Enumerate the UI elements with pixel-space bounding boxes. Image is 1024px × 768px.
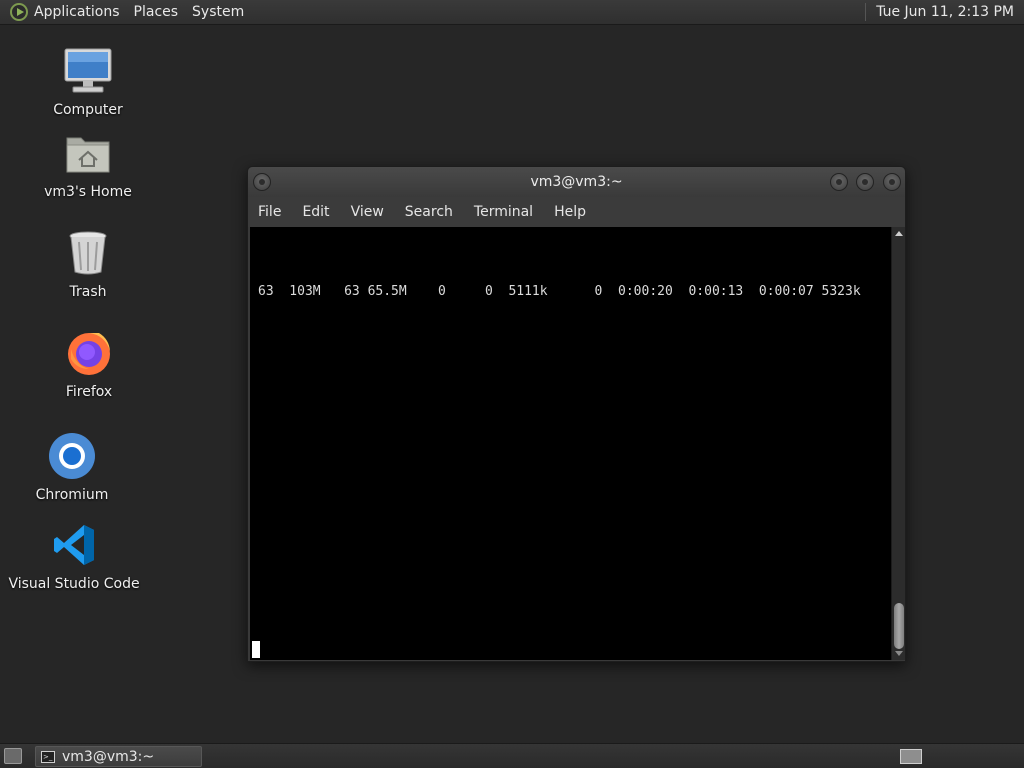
desktop-icon-home[interactable]: vm3's Home: [28, 128, 148, 200]
scroll-up-arrow-icon[interactable]: [895, 231, 903, 236]
terminal-cursor: [252, 641, 260, 658]
applications-menu-icon[interactable]: [10, 3, 28, 21]
menu-search[interactable]: Search: [405, 204, 453, 220]
computer-icon: [63, 46, 113, 96]
desktop-icon-trash[interactable]: Trash: [28, 228, 148, 300]
bottom-panel: >_ vm3@vm3:~: [0, 743, 1024, 768]
desktop-icon-label: Trash: [69, 284, 107, 300]
menu-edit[interactable]: Edit: [302, 204, 329, 220]
menu-help[interactable]: Help: [554, 204, 586, 220]
desktop-icon-label: Firefox: [65, 384, 113, 400]
firefox-icon: [64, 328, 114, 378]
home-folder-icon: [63, 128, 113, 178]
desktop-icon-chromium[interactable]: Chromium: [12, 431, 132, 503]
desktop-icon-label: vm3's Home: [44, 184, 132, 200]
taskbar-item-label: vm3@vm3:~: [62, 748, 155, 765]
menu-view[interactable]: View: [351, 204, 384, 220]
window-titlebar[interactable]: vm3@vm3:~: [248, 167, 905, 197]
panel-separator: [865, 3, 867, 21]
terminal-menubar: File Edit View Search Terminal Help: [248, 197, 905, 227]
maximize-button[interactable]: [856, 173, 874, 191]
terminal-line: 63 103M 63 65.5M 0 0 5111k 0 0:00:20 0:0…: [258, 284, 861, 299]
terminal-scrollbar[interactable]: [891, 227, 905, 660]
workspace-switcher[interactable]: [900, 749, 922, 764]
menu-file[interactable]: File: [258, 204, 281, 220]
terminal-icon: >_: [41, 750, 55, 763]
desktop-icon-vscode[interactable]: Visual Studio Code: [8, 520, 140, 592]
menu-system[interactable]: System: [192, 4, 244, 20]
desktop-icon-label: Chromium: [35, 487, 109, 503]
desktop-icon-label: Computer: [53, 102, 123, 118]
desktop-icon-computer[interactable]: Computer: [28, 46, 148, 118]
scroll-down-arrow-icon[interactable]: [895, 651, 903, 656]
window-menu-icon[interactable]: [253, 173, 271, 191]
trash-icon: [63, 228, 113, 278]
top-panel: Applications Places System Tue Jun 11, 2…: [0, 0, 1024, 25]
close-button[interactable]: [883, 173, 901, 191]
scrollbar-thumb[interactable]: [894, 603, 904, 649]
desktop-icon-label: Visual Studio Code: [8, 576, 140, 592]
show-desktop-icon[interactable]: [4, 748, 22, 764]
taskbar-item-terminal[interactable]: >_ vm3@vm3:~: [35, 746, 202, 767]
menu-terminal[interactable]: Terminal: [474, 204, 533, 220]
clock[interactable]: Tue Jun 11, 2:13 PM: [876, 4, 1014, 20]
vscode-icon: [49, 520, 99, 570]
terminal-output[interactable]: 63 103M 63 65.5M 0 0 5111k 0 0:00:20 0:0…: [250, 227, 891, 660]
desktop-icon-firefox[interactable]: Firefox: [29, 328, 149, 400]
menu-places[interactable]: Places: [134, 4, 179, 20]
menu-applications[interactable]: Applications: [34, 4, 120, 20]
window-title: vm3@vm3:~: [530, 174, 623, 190]
minimize-button[interactable]: [830, 173, 848, 191]
terminal-window[interactable]: vm3@vm3:~ File Edit View Search Terminal…: [247, 166, 906, 662]
chromium-icon: [47, 431, 97, 481]
